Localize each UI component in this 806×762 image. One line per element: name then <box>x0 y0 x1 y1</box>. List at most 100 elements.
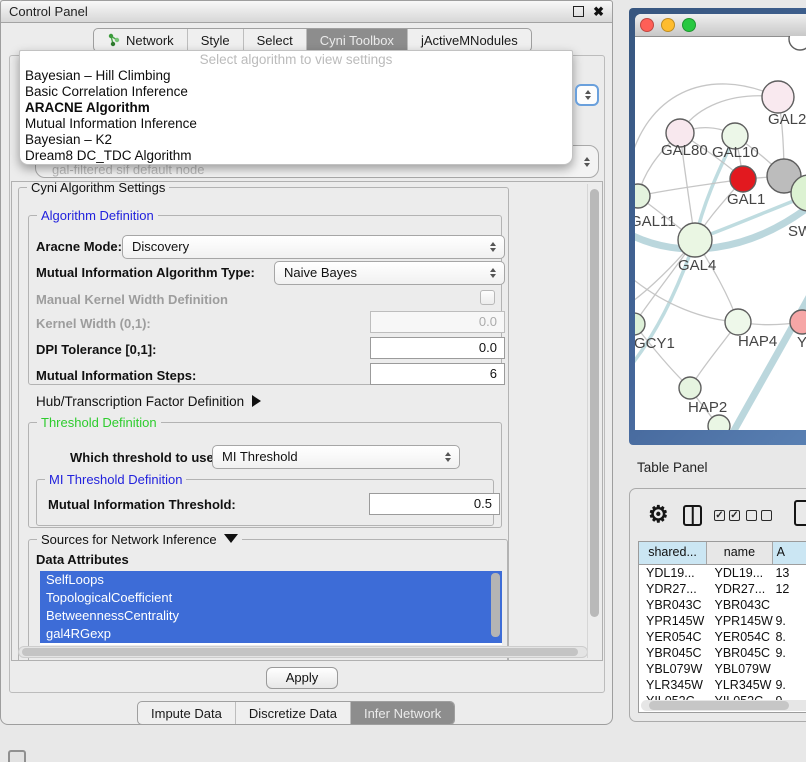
network-node[interactable] <box>708 415 730 430</box>
mi-steps-field[interactable]: 6 <box>370 363 505 385</box>
minimize-traffic-light[interactable] <box>661 18 675 32</box>
network-window-titlebar[interactable] <box>635 14 806 37</box>
network-node-gal2[interactable] <box>762 81 794 113</box>
settings-hscroll-thumb[interactable] <box>22 648 578 656</box>
table-row[interactable]: YBR043CYBR043C <box>639 597 806 613</box>
network-node-gal11[interactable] <box>635 184 650 208</box>
tab-network[interactable]: Network <box>94 29 188 51</box>
control-panel-titlebar[interactable]: Control Panel ✖ <box>1 1 612 23</box>
network-node-hap4[interactable] <box>725 309 751 335</box>
zoom-traffic-light[interactable] <box>682 18 696 32</box>
tab-style[interactable]: Style <box>188 29 244 51</box>
table-cell: YDL19... <box>708 565 774 581</box>
table-cell: YBL079W <box>639 661 708 677</box>
table-cell <box>773 661 806 677</box>
table-row[interactable]: YLR345WYLR345W9. <box>639 677 806 693</box>
data-attribute-item[interactable]: TopologicalCoefficient <box>40 589 502 607</box>
float-window-icon[interactable] <box>573 6 584 17</box>
column-header[interactable]: name <box>707 542 773 564</box>
table-row[interactable]: YER054CYER054C8. <box>639 629 806 645</box>
mit-label: Mutual Information Threshold: <box>48 497 236 512</box>
tab-jactivemnodules[interactable]: jActiveMNodules <box>408 29 531 51</box>
data-attribute-item[interactable]: gal4RGexp <box>40 625 502 643</box>
hub-definition-toggle[interactable]: Hub/Transcription Factor Definition <box>36 394 261 409</box>
mi-type-value: Naive Bayes <box>284 265 357 280</box>
network-node[interactable] <box>789 36 806 50</box>
data-attribute-item[interactable]: SelfLoops <box>40 571 502 589</box>
algorithm-item[interactable]: Bayesian – K2 <box>20 132 572 148</box>
table-cell: YLR345W <box>639 677 708 693</box>
manual-kernel-checkbox[interactable] <box>480 290 495 305</box>
table-hscroll-thumb[interactable] <box>649 701 789 710</box>
kernel-width-field[interactable]: 0.0 <box>370 311 505 333</box>
algorithm-combo-endcap[interactable] <box>575 84 599 106</box>
node-label: GCY1 <box>635 335 675 352</box>
node-label: HAP4 <box>738 333 777 350</box>
manual-kernel-label: Manual Kernel Width Definition <box>36 292 228 307</box>
tab-select[interactable]: Select <box>244 29 307 51</box>
algorithm-item[interactable]: ARACNE Algorithm <box>20 100 572 116</box>
network-edge[interactable] <box>635 276 738 322</box>
table-row[interactable]: YBR045CYBR045C9. <box>639 645 806 661</box>
data-attribute-item[interactable]: BetweennessCentrality <box>40 607 502 625</box>
table-cell: YER054C <box>708 629 774 645</box>
settings-vertical-scrollbar[interactable] <box>587 184 601 658</box>
node-label: GAL4 <box>678 257 716 274</box>
node-label: GAL80 <box>661 142 708 159</box>
mode-tab-discretize-data[interactable]: Discretize Data <box>236 702 351 724</box>
settings-vscroll-thumb[interactable] <box>590 189 599 617</box>
algorithm-item[interactable]: Mutual Information Inference <box>20 116 572 132</box>
expanded-arrow-icon <box>224 534 238 543</box>
algorithm-dropdown-popup: Select algorithm to view settings Bayesi… <box>19 50 573 165</box>
network-node-gal4[interactable] <box>678 223 712 257</box>
columns-icon[interactable] <box>683 505 702 526</box>
close-icon[interactable]: ✖ <box>593 5 604 18</box>
node-label: GAL10 <box>712 144 759 161</box>
table-horizontal-scrollbar[interactable] <box>641 700 806 711</box>
gear-icon[interactable]: ⚙ <box>648 501 669 528</box>
settings-horizontal-scrollbar[interactable] <box>18 646 588 658</box>
data-attributes-label: Data Attributes <box>36 552 129 567</box>
table-row[interactable]: YPR145WYPR145W9. <box>639 613 806 629</box>
algorithm-item[interactable]: Dream8 DC_TDC Algorithm <box>20 148 572 164</box>
close-traffic-light[interactable] <box>640 18 654 32</box>
node-label: Y <box>797 334 806 351</box>
dpi-tolerance-field[interactable]: 0.0 <box>370 337 505 359</box>
column-header[interactable]: A <box>773 542 806 564</box>
dock-panel-icon[interactable] <box>8 750 26 762</box>
table-row[interactable]: YBL079WYBL079W <box>639 661 806 677</box>
apply-button[interactable]: Apply <box>266 667 338 689</box>
table-cell: YBR045C <box>639 645 708 661</box>
threshold-definition-title: Threshold Definition <box>37 415 161 430</box>
algorithm-item[interactable]: Basic Correlation Inference <box>20 84 572 100</box>
table-cell: 8. <box>773 629 806 645</box>
network-edge[interactable] <box>635 324 690 388</box>
network-node-gcy1[interactable] <box>635 313 645 335</box>
network-edge[interactable] <box>731 286 806 430</box>
mode-tab-label: Infer Network <box>364 706 441 721</box>
algorithm-item[interactable]: Bayesian – Hill Climbing <box>20 68 572 84</box>
node-label: HAP2 <box>688 399 727 416</box>
mode-tab-impute-data[interactable]: Impute Data <box>138 702 236 724</box>
network-canvas[interactable]: GAL2GAL80GAL10GAL1GAL11SWI4GAL4GCY1HAP4Y… <box>635 36 806 430</box>
tab-cyni-toolbox[interactable]: Cyni Toolbox <box>307 29 408 51</box>
mode-tab-infer-network[interactable]: Infer Network <box>351 702 454 724</box>
aracne-mode-combo[interactable]: Discovery <box>122 235 505 259</box>
column-header[interactable]: shared... <box>639 542 707 564</box>
which-threshold-combo[interactable]: MI Threshold <box>212 445 460 469</box>
list-scrollbar-thumb[interactable] <box>491 573 500 637</box>
network-graph[interactable]: GAL2GAL80GAL10GAL1GAL11SWI4GAL4GCY1HAP4Y… <box>635 36 806 430</box>
mi-type-combo[interactable]: Naive Bayes <box>274 261 505 285</box>
collapsed-arrow-icon <box>252 395 261 407</box>
table-row[interactable]: YDL19...YDL19...13 <box>639 565 806 581</box>
network-node-hap2[interactable] <box>679 377 701 399</box>
unchecked-boxes-icon[interactable] <box>746 510 772 521</box>
document-icon[interactable] <box>794 500 806 526</box>
table-cell: YBR043C <box>708 597 774 613</box>
mit-field[interactable]: 0.5 <box>369 493 500 515</box>
table-row[interactable]: YDR27...YDR27...12 <box>639 581 806 597</box>
network-node-gal1[interactable] <box>730 166 756 192</box>
checked-boxes-icon[interactable]: ✓✓ <box>714 510 740 521</box>
sources-toggle[interactable]: Sources for Network Inference <box>37 532 242 547</box>
data-attributes-list[interactable]: SelfLoopsTopologicalCoefficientBetweenne… <box>40 571 502 645</box>
